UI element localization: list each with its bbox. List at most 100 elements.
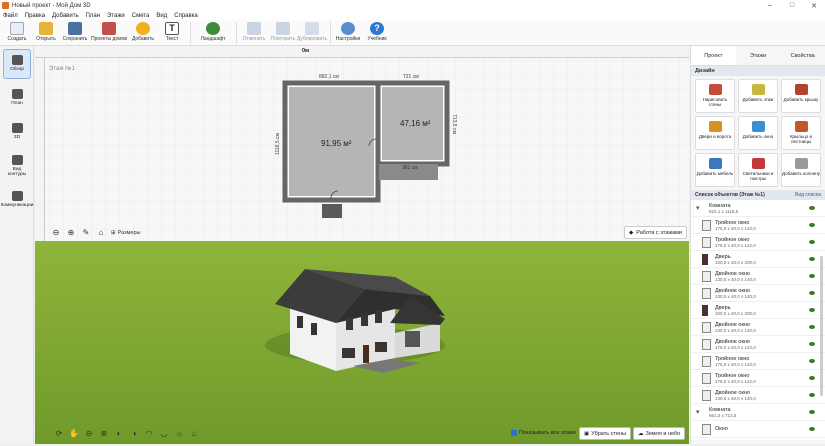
3d-view[interactable] <box>35 241 689 444</box>
draw-walls-button[interactable]: Нарисовать стены <box>695 79 735 113</box>
tilt-up-icon[interactable]: ◠ <box>143 428 155 440</box>
lamp-icon <box>751 158 765 169</box>
view-list-button[interactable]: Вид списка <box>795 192 821 198</box>
save-button[interactable]: Сохранить <box>61 20 89 46</box>
list-item-dimensions: 130,0 x 40,0 x 140,0 <box>715 395 756 401</box>
visibility-eye-icon[interactable] <box>809 308 815 312</box>
rotate-right-icon[interactable]: ◑ <box>128 428 140 440</box>
create-button[interactable]: Создать <box>3 20 31 46</box>
list-item[interactable]: Тройное окно 176,0 x 40,0 x 142,0 <box>691 370 825 387</box>
menu-plan[interactable]: План <box>86 13 100 19</box>
tab-floors[interactable]: Этажи <box>736 46 781 65</box>
add-furniture-button[interactable]: Добавить мебель <box>695 153 735 187</box>
list-item[interactable]: Двойное окно 130,0 x 40,0 x 140,0 <box>691 319 825 336</box>
visibility-eye-icon[interactable] <box>809 240 815 244</box>
list-item[interactable]: ▾ Комната 822,1 x 1118,5 <box>691 200 825 217</box>
add-floor-button[interactable]: Добавить этаж <box>738 79 778 113</box>
list-item[interactable]: Тройное окно 176,0 x 40,0 x 142,0 <box>691 234 825 251</box>
list-item[interactable]: Двойное окно 130,0 x 40,0 x 140,0 <box>691 387 825 404</box>
settings-button[interactable]: Настройки <box>334 20 362 46</box>
menu-floors[interactable]: Этажи <box>107 13 125 19</box>
cube-icon <box>11 123 23 134</box>
close-icon[interactable]: ✕ <box>803 2 825 10</box>
list-item[interactable]: Дверь 100,0 x 40,0 x 200,0 <box>691 251 825 268</box>
visibility-eye-icon[interactable] <box>809 274 815 278</box>
rotate-icon[interactable]: ⟳ <box>53 428 65 440</box>
visibility-eye-icon[interactable] <box>809 206 815 210</box>
porch-1 <box>322 204 342 218</box>
open-button[interactable]: Открыть <box>32 20 60 46</box>
rotate-left-icon[interactable]: ◐ <box>113 428 125 440</box>
duplicate-button[interactable]: Дублировать <box>297 20 327 46</box>
visibility-eye-icon[interactable] <box>809 393 815 397</box>
visibility-eye-icon[interactable] <box>809 359 815 363</box>
visibility-eye-icon[interactable] <box>809 376 815 380</box>
zoom-in-icon[interactable]: ⊕ <box>98 428 110 440</box>
home-icon[interactable]: ⌂ <box>96 228 106 238</box>
visibility-eye-icon[interactable] <box>809 410 815 414</box>
visibility-eye-icon[interactable] <box>809 291 815 295</box>
sidebar-item-contours[interactable]: Вид контуры <box>3 151 31 181</box>
tilt-down-icon[interactable]: ◡ <box>158 428 170 440</box>
menu-view[interactable]: Вид <box>156 13 167 19</box>
minimize-icon[interactable]: – <box>759 2 781 10</box>
menu-file[interactable]: Файл <box>3 13 18 19</box>
visibility-eye-icon[interactable] <box>809 223 815 227</box>
ground-sky-button[interactable]: ☁ Земля и небо <box>633 427 686 440</box>
tab-project[interactable]: Проект <box>691 46 736 65</box>
text-button[interactable]: T Текст <box>158 20 186 46</box>
visibility-eye-icon[interactable] <box>809 325 815 329</box>
add-roof-button[interactable]: Добавить крышу <box>781 79 821 113</box>
list-item[interactable]: ▾ Комната 661,0 x 713,5 <box>691 404 825 421</box>
scrollbar[interactable] <box>820 256 823 396</box>
add-window-button[interactable]: Добавить окно <box>738 116 778 150</box>
hide-walls-button[interactable]: ▣ Убрать стены <box>579 427 631 440</box>
list-item[interactable]: Двойное окно 130,0 x 40,0 x 140,0 <box>691 268 825 285</box>
zoom-in-icon[interactable]: ⊕ <box>66 228 76 238</box>
tutorial-button[interactable]: ? Учебник <box>363 20 391 46</box>
menu-estimate[interactable]: Смета <box>132 13 150 19</box>
list-item[interactable]: Двойное окно 130,0 x 40,0 x 140,0 <box>691 285 825 302</box>
zoom-out-icon[interactable]: ⊖ <box>51 228 61 238</box>
list-item[interactable]: Двойное окно 176,0 x 40,0 x 142,0 <box>691 336 825 353</box>
visibility-eye-icon[interactable] <box>809 257 815 261</box>
ruler-icon[interactable]: ✎ <box>81 228 91 238</box>
sizes-button[interactable]: ⊞ Размеры <box>111 230 140 236</box>
add-column-button[interactable]: Добавить колонну <box>781 153 821 187</box>
lights-button[interactable]: Светильники и люстры <box>738 153 778 187</box>
floor-plan-view[interactable]: 0м Этаж №1 882,1 см 721 см 1118,5 см 713… <box>35 46 689 241</box>
zoom-out-icon[interactable]: ⊖ <box>83 428 95 440</box>
doors-button[interactable]: Двери и ворота <box>695 116 735 150</box>
tab-properties[interactable]: Свойства <box>780 46 825 65</box>
light-icon[interactable]: ☼ <box>173 428 185 440</box>
list-item[interactable]: Дверь 100,0 x 40,0 x 200,0 <box>691 302 825 319</box>
list-item[interactable]: Тройное окно 176,0 x 40,0 x 142,0 <box>691 217 825 234</box>
undo-button[interactable]: Отменить <box>240 20 268 46</box>
tree-icon <box>206 22 220 35</box>
house-projects-button[interactable]: Проекты домов <box>90 20 128 46</box>
sidebar-item-overview[interactable]: Обзор <box>3 49 31 79</box>
room-icon: ▾ <box>696 204 700 212</box>
floors-button[interactable]: ◆ Работа с этажами <box>624 226 687 239</box>
walls-icon <box>708 84 722 95</box>
maximize-icon[interactable]: □ <box>781 2 803 10</box>
redo-button[interactable]: Повторить <box>269 20 297 46</box>
home-icon[interactable]: ⌂ <box>188 428 200 440</box>
ruler-left <box>35 58 45 241</box>
menu-add[interactable]: Добавить <box>52 13 79 19</box>
add-button[interactable]: Добавить <box>129 20 157 46</box>
list-item[interactable]: Окно <box>691 421 825 438</box>
sidebar-item-3d[interactable]: 3D <box>3 117 31 147</box>
menu-edit[interactable]: Правка <box>25 13 45 19</box>
visibility-eye-icon[interactable] <box>809 342 815 346</box>
hand-icon[interactable]: ✋ <box>68 428 80 440</box>
landscape-button[interactable]: Ландшафт <box>194 20 232 46</box>
menu-help[interactable]: Справка <box>174 13 198 19</box>
sidebar-item-communications[interactable]: Коммуникации <box>1 185 33 215</box>
visibility-eye-icon[interactable] <box>809 427 815 431</box>
stairs-button[interactable]: Крыльцо и лестницы <box>781 116 821 150</box>
walls-icon: ▣ <box>584 430 590 437</box>
list-item[interactable]: Тройное окно 176,0 x 40,0 x 142,0 <box>691 353 825 370</box>
sidebar-item-plan[interactable]: План <box>3 83 31 113</box>
show-all-floors-checkbox[interactable]: Показывать все этажи <box>511 430 576 436</box>
